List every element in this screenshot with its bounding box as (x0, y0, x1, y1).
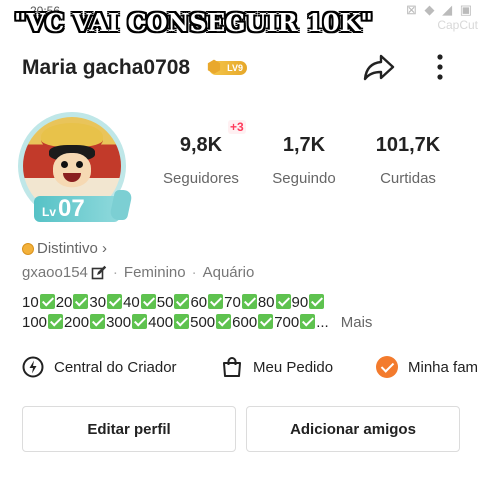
bio-line-1: 10 20 30 40 50 60 70 80 90 (22, 293, 462, 313)
my-family-label: Minha fam (408, 358, 479, 376)
creator-center-shortcut[interactable]: Central do Criador (22, 356, 177, 378)
bio-ellipsis: ... (316, 314, 329, 331)
bio-number: 80 (257, 294, 275, 311)
level-badge: ⬢ LV9 (207, 59, 247, 76)
profile-bio: 10 20 30 40 50 60 70 80 90 100 200 300 400 500 600 700… (22, 293, 462, 333)
profile-meta: gxaoo154 · Feminino · Aquário (22, 264, 255, 281)
bio-number: 70 (224, 294, 241, 311)
bio-number: 200 (64, 314, 90, 331)
bio-number: 300 (106, 314, 132, 331)
profile-sign: Aquário (202, 264, 255, 281)
profile-gender: Feminino (123, 264, 186, 281)
check-mark-icon (258, 314, 274, 329)
likes-count[interactable]: 101,7K (353, 134, 463, 157)
share-icon[interactable] (362, 52, 396, 82)
following-count[interactable]: 1,7K (249, 134, 359, 157)
distintivo-label: Distintivo › (37, 240, 108, 257)
shopping-bag-icon (223, 357, 241, 377)
bio-number: 90 (291, 294, 309, 311)
check-mark-icon (275, 294, 291, 309)
check-mark-icon (174, 314, 190, 329)
hexagon-icon: ⬢ (207, 59, 221, 76)
bio-line-2: 100 200 300 400 500 600 700... Mais (22, 313, 462, 333)
check-mark-icon (73, 294, 89, 309)
new-followers-badge: +3 (228, 120, 246, 134)
edit-icon[interactable] (91, 265, 107, 281)
check-mark-icon (48, 314, 64, 329)
check-mark-icon (107, 294, 123, 309)
check-mark-icon (174, 294, 190, 309)
distintivo-link[interactable]: Distintivo › (22, 240, 107, 257)
bio-number: 50 (156, 294, 174, 311)
following-label[interactable]: Seguindo (249, 170, 359, 187)
check-mark-icon (140, 294, 156, 309)
more-options-icon[interactable] (430, 52, 450, 82)
check-mark-icon (309, 294, 325, 309)
level-badge-text: LV9 (227, 63, 243, 73)
my-family-shortcut[interactable]: Minha fam (376, 356, 478, 378)
my-order-shortcut[interactable]: Meu Pedido (221, 356, 333, 378)
profile-username: Maria gacha0708 (22, 56, 191, 79)
watermark: CapCut (437, 18, 478, 32)
check-mark-icon (300, 314, 316, 329)
followers-count[interactable]: 9,8K (146, 134, 256, 157)
bio-number: 30 (89, 294, 107, 311)
add-friends-button[interactable]: Adicionar amigos (246, 406, 460, 452)
bio-number: 600 (232, 314, 258, 331)
creator-center-label: Central do Criador (54, 358, 177, 376)
check-mark-icon (241, 294, 257, 309)
check-mark-icon (132, 314, 148, 329)
bio-number: 40 (123, 294, 140, 311)
check-mark-icon (208, 294, 224, 309)
avatar-level-pill: Lv 07 (34, 190, 134, 222)
bio-number: 10 (22, 294, 39, 311)
check-mark-icon (216, 314, 232, 329)
avatar-level-value: 07 (58, 195, 85, 222)
lightning-icon (22, 356, 44, 378)
edit-profile-button[interactable]: Editar perfil (22, 406, 236, 452)
avatar-level-prefix: Lv (42, 205, 57, 219)
bio-number: 500 (190, 314, 216, 331)
bio-number: 100 (22, 314, 48, 331)
check-mark-icon (39, 294, 55, 309)
check-mark-icon (90, 314, 106, 329)
likes-label[interactable]: Curtidas (353, 170, 463, 187)
bio-number: 400 (148, 314, 174, 331)
my-order-label: Meu Pedido (253, 358, 334, 376)
overlay-caption: "VC VAI CONSEGUIR 10K" (14, 8, 373, 37)
bio-number: 60 (190, 294, 208, 311)
verified-badge-icon (376, 356, 398, 378)
followers-label[interactable]: Seguidores (146, 170, 256, 187)
status-icons: ⊠ ◆ ◢ ▣ (405, 2, 474, 17)
coin-icon (22, 242, 34, 255)
profile-handle: gxaoo154 (22, 264, 88, 281)
bio-number: 20 (55, 294, 73, 311)
bio-more-link[interactable]: Mais (341, 314, 373, 331)
bio-number: 700 (274, 314, 300, 331)
